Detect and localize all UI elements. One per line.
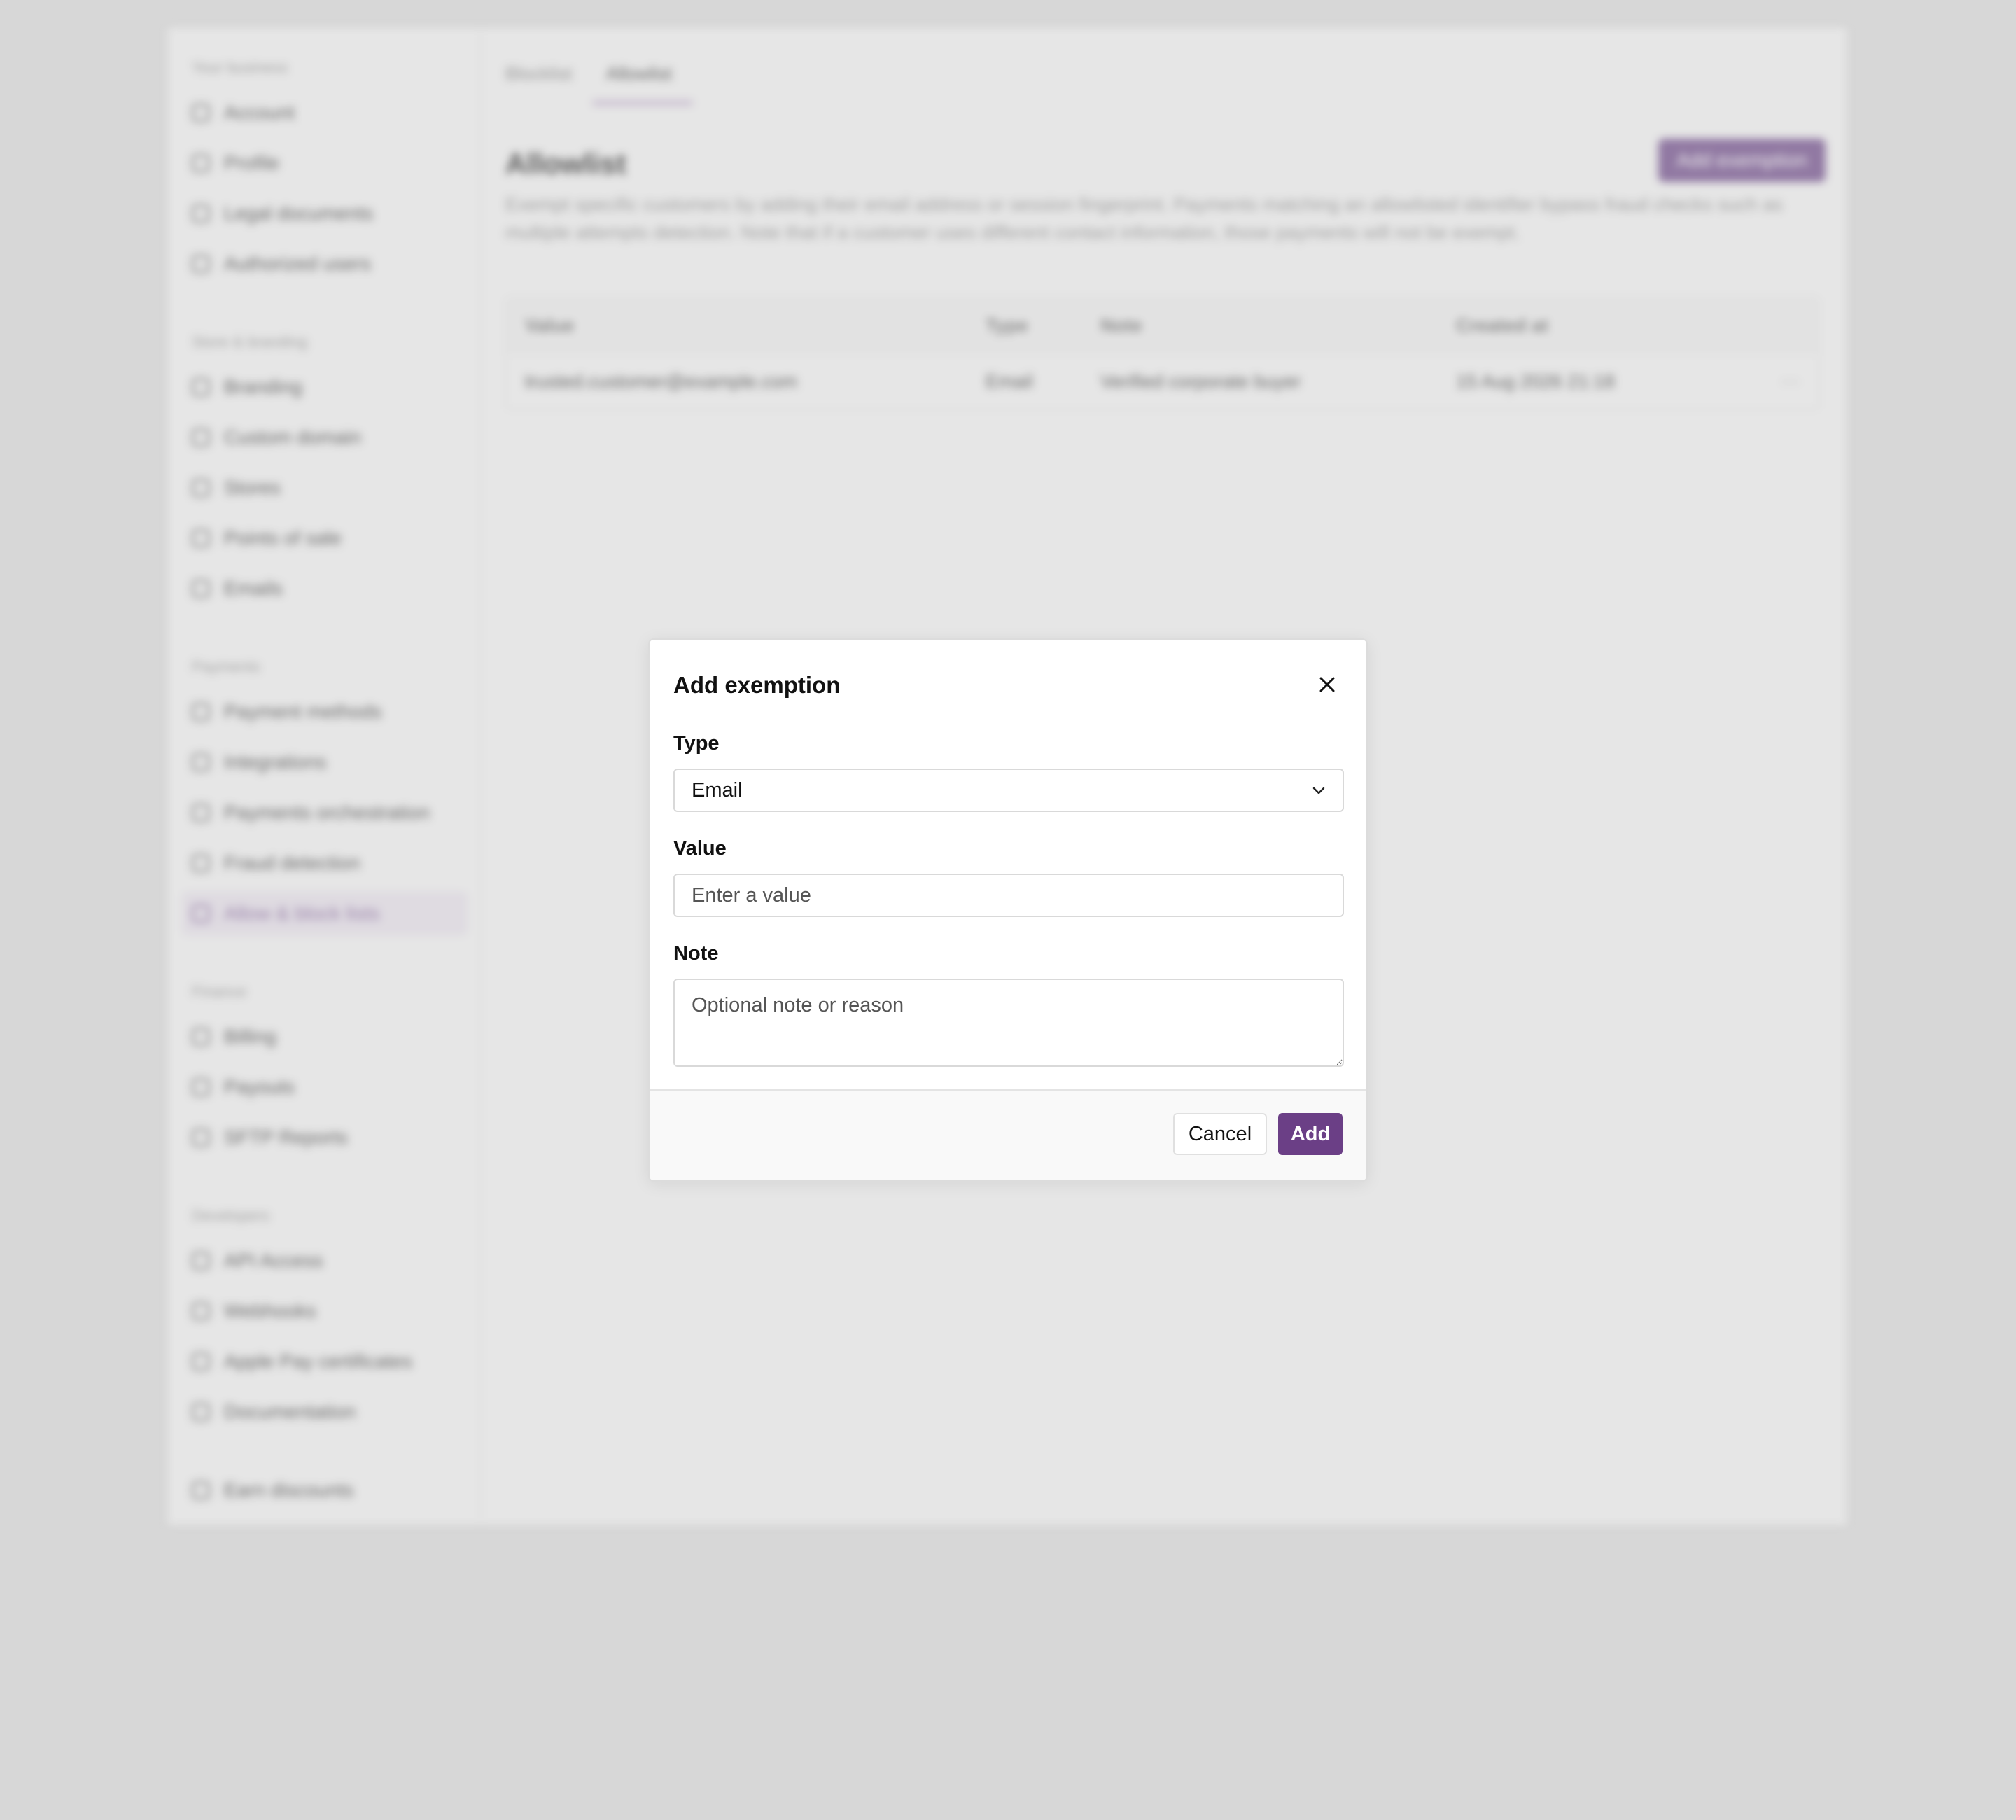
type-label: Type: [673, 732, 720, 755]
modal-title: Add exemption: [673, 672, 841, 698]
add-exemption-modal: Add exemption Type Email Value Note Canc…: [648, 638, 1368, 1182]
type-select[interactable]: Email: [673, 769, 1344, 812]
value-input[interactable]: [673, 874, 1344, 917]
cancel-button[interactable]: Cancel: [1173, 1113, 1267, 1155]
close-button[interactable]: [1313, 671, 1341, 699]
close-icon: [1320, 677, 1335, 692]
note-label: Note: [673, 942, 719, 965]
add-button[interactable]: Add: [1278, 1113, 1343, 1155]
chevron-down-icon: [1312, 787, 1325, 794]
type-select-value: Email: [692, 778, 743, 802]
note-textarea[interactable]: [673, 979, 1344, 1067]
value-label: Value: [673, 837, 727, 860]
modal-footer: Cancel Add: [650, 1089, 1366, 1180]
